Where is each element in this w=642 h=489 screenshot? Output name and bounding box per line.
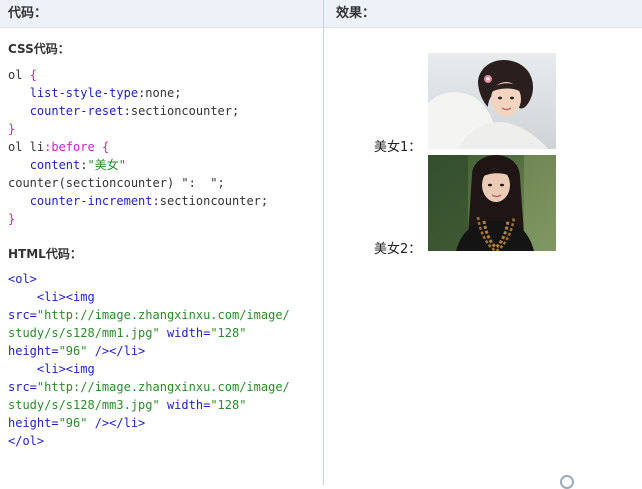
css-code-block: ol { list-style-type:none; counter-reset… (8, 68, 269, 226)
css-val-sectioncounter-2: sectioncounter; (159, 194, 269, 208)
html-li-close-1: /></li> (87, 344, 146, 358)
html-li-open-1: <li><img (36, 290, 95, 304)
css-val-sectioncounter: sectioncounter; (130, 104, 240, 118)
demo-label-1: 美女1： (374, 140, 422, 155)
page: 代码： CSS代码： ol { list-style-type:none; co… (0, 0, 642, 489)
html-code-title: HTML代码： (8, 247, 82, 261)
effect-panel: 效果： 美女1： 美女2： (324, 0, 642, 485)
html-src-attr-2: src= (8, 380, 37, 394)
css-brace-open-2: { (101, 140, 110, 154)
code-header: 代码： (0, 0, 323, 28)
woman-photo-1 (428, 53, 556, 149)
woman-photo-2 (428, 155, 556, 251)
css-prop-counter-increment: counter-increment (29, 194, 153, 208)
html-src-val-1a: "http://image.zhangxinxu.com/image/ (36, 308, 290, 322)
css-prop-counter-reset: counter-reset (29, 104, 124, 118)
css-selector-ol-li: ol li (8, 140, 45, 154)
html-height-attr-2: height= (8, 416, 59, 430)
css-val-none: none; (145, 86, 182, 100)
html-width-attr-2: width= (166, 398, 211, 412)
css-brace-close-2: } (8, 212, 16, 226)
html-height-val-2: "96" (58, 416, 88, 430)
html-height-val-1: "96" (58, 344, 88, 358)
html-src-val-1b: study/s/s128/mm1.jpg" (8, 326, 160, 340)
html-width-attr-1: width= (166, 326, 211, 340)
magnifier-icon[interactable] (560, 475, 574, 489)
html-ol-close: </ol> (8, 434, 45, 448)
code-panel: 代码： CSS代码： ol { list-style-type:none; co… (0, 0, 323, 485)
html-src-attr-1: src= (8, 308, 37, 322)
html-li-open-2: <li><img (36, 362, 95, 376)
html-src-val-2b: study/s/s128/mm3.jpg" (8, 398, 160, 412)
css-pseudo-before: :before (44, 140, 95, 154)
html-code-block: <ol> <li><img src="http://image.zhangxin… (8, 270, 290, 450)
html-ol-open: <ol> (8, 272, 37, 286)
css-prop-content: content (29, 158, 81, 172)
html-li-close-2: /></li> (87, 416, 146, 430)
css-code-title: CSS代码： (8, 42, 70, 56)
html-width-val-1: "128" (210, 326, 247, 340)
demo-label-2: 美女2： (374, 242, 422, 257)
html-src-val-2a: "http://image.zhangxinxu.com/image/ (36, 380, 290, 394)
css-brace-open: { (29, 68, 37, 82)
css-str-meinv: "美女" (87, 158, 126, 172)
html-width-val-2: "128" (210, 398, 247, 412)
css-counter-expr: counter(sectioncounter) ": "; (8, 176, 225, 190)
html-height-attr-1: height= (8, 344, 59, 358)
css-selector-ol: ol (8, 68, 23, 82)
css-prop-list-style-type: list-style-type (29, 86, 139, 100)
effect-header: 效果： (324, 0, 642, 28)
css-brace-close: } (8, 122, 16, 136)
